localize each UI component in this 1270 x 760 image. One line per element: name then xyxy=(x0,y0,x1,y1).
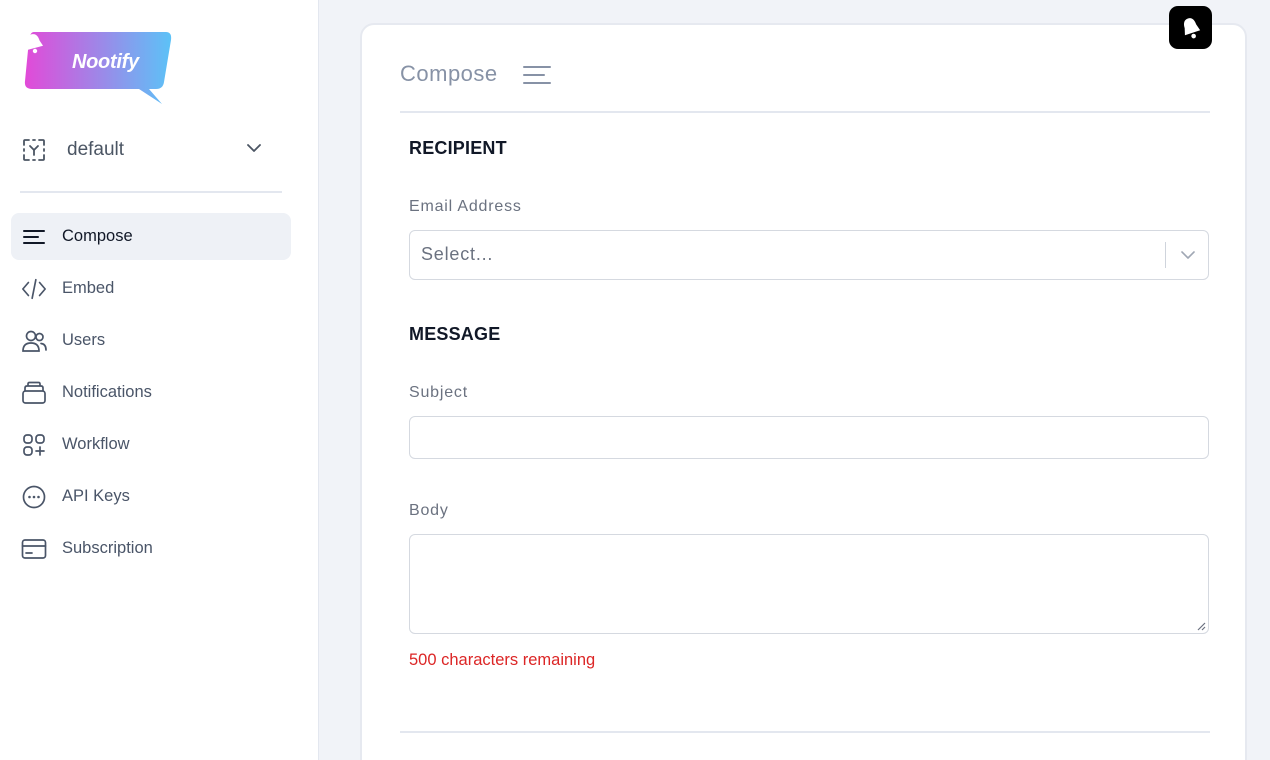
sidebar-item-workflow[interactable]: Workflow xyxy=(11,421,291,468)
sidebar-nav: Compose Embed Users Notifications Workfl… xyxy=(11,213,291,577)
chevron-down-icon[interactable] xyxy=(246,140,262,156)
sidebar-item-label: Subscription xyxy=(62,539,153,557)
users-icon xyxy=(21,328,47,354)
sidebar-item-label: Embed xyxy=(62,279,115,297)
sidebar-item-label: Workflow xyxy=(62,435,130,453)
notification-bell-button[interactable] xyxy=(1169,6,1212,49)
page-title: Compose xyxy=(400,61,498,86)
menu-icon[interactable] xyxy=(522,64,552,86)
grid-plus-icon xyxy=(21,432,47,458)
chevron-down-icon[interactable] xyxy=(1180,247,1196,263)
recipient-section-title: RECIPIENT xyxy=(409,138,507,158)
sidebar-item-api-keys[interactable]: API Keys xyxy=(11,473,291,520)
sidebar-item-users[interactable]: Users xyxy=(11,317,291,364)
footer-divider xyxy=(400,731,1210,733)
card-icon xyxy=(21,536,47,562)
card-header: Compose xyxy=(400,61,552,87)
sidebar-item-embed[interactable]: Embed xyxy=(11,265,291,312)
compose-card: Compose RECIPIENT Email Address Select..… xyxy=(360,23,1247,760)
workspace-selector[interactable]: default xyxy=(20,133,282,167)
select-separator xyxy=(1165,242,1166,268)
sidebar-item-label: Compose xyxy=(62,227,133,245)
body-label: Body xyxy=(409,502,449,519)
sidebar-item-label: Users xyxy=(62,331,106,349)
sidebar-item-label: Notifications xyxy=(62,383,152,401)
sidebar-divider xyxy=(20,191,282,193)
resize-handle-icon[interactable] xyxy=(1196,621,1206,631)
workspace-icon xyxy=(23,139,45,161)
subject-label: Subject xyxy=(409,384,468,401)
sidebar: Nootify default Compose Embed Users Noti… xyxy=(0,0,319,760)
email-address-select[interactable]: Select... xyxy=(409,230,1209,280)
email-address-label: Email Address xyxy=(409,198,522,215)
dots-circle-icon xyxy=(21,484,47,510)
header-divider xyxy=(400,111,1210,113)
sidebar-item-compose[interactable]: Compose xyxy=(11,213,291,260)
char-count-text: 500 characters remaining xyxy=(409,651,596,669)
sidebar-item-notifications[interactable]: Notifications xyxy=(11,369,291,416)
message-section-title: MESSAGE xyxy=(409,324,501,344)
subject-input[interactable] xyxy=(409,416,1209,459)
brand-logo[interactable]: Nootify xyxy=(24,32,174,104)
sidebar-item-label: API Keys xyxy=(62,487,130,505)
select-placeholder: Select... xyxy=(421,244,494,264)
code-icon xyxy=(21,276,47,302)
lines-icon xyxy=(21,224,47,250)
body-textarea[interactable] xyxy=(409,534,1209,634)
brand-name: Nootify xyxy=(72,51,139,73)
stack-icon xyxy=(21,380,47,406)
bell-icon xyxy=(1183,17,1200,38)
workspace-label: default xyxy=(67,139,125,160)
sidebar-item-subscription[interactable]: Subscription xyxy=(11,525,291,572)
bell-icon xyxy=(27,34,44,54)
